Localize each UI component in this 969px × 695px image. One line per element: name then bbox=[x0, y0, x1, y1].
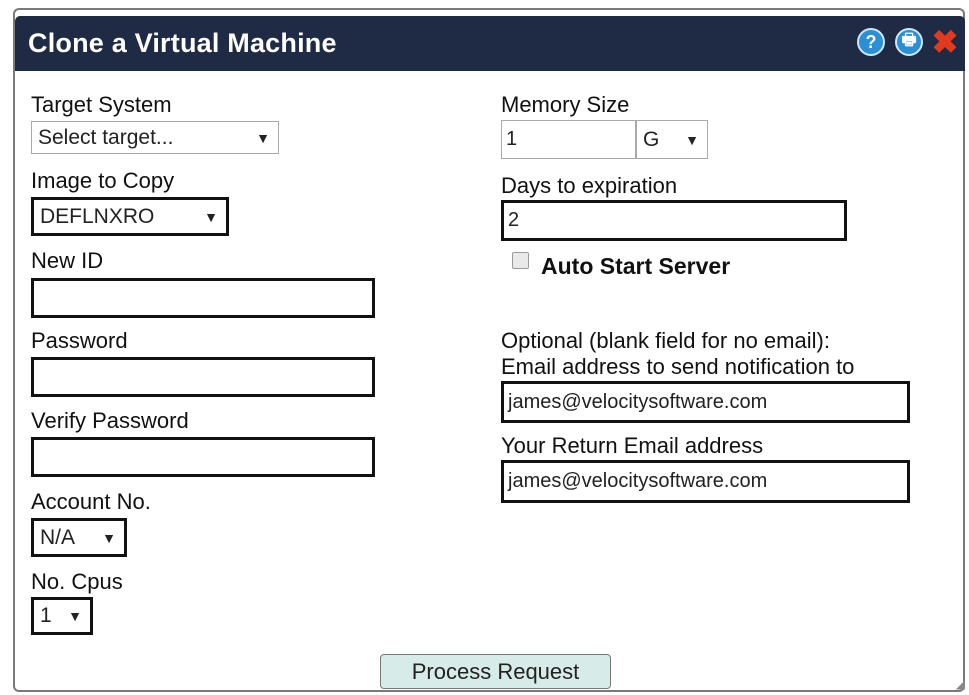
chevron-down-icon: ▼ bbox=[204, 208, 218, 225]
target-system-select[interactable]: Select target... ▼ bbox=[31, 121, 279, 154]
notify-email-input[interactable]: james@velocitysoftware.com bbox=[501, 381, 910, 423]
chevron-down-icon: ▼ bbox=[256, 129, 270, 146]
days-to-expiration-label: Days to expiration bbox=[501, 173, 678, 198]
chevron-down-icon: ▼ bbox=[102, 529, 116, 546]
auto-start-checkbox[interactable] bbox=[512, 252, 529, 269]
memory-unit-value: G bbox=[643, 127, 660, 151]
return-email-input[interactable]: james@velocitysoftware.com bbox=[501, 460, 910, 503]
no-cpus-value: 1 bbox=[40, 604, 52, 627]
memory-size-label: Memory Size bbox=[501, 92, 630, 117]
print-icon[interactable]: 🖶 bbox=[895, 28, 923, 56]
password-input[interactable] bbox=[31, 357, 375, 397]
new-id-input[interactable] bbox=[31, 278, 375, 318]
image-to-copy-label: Image to Copy bbox=[31, 168, 175, 193]
days-to-expiration-input[interactable]: 2 bbox=[501, 200, 847, 241]
image-to-copy-value: DEFLNXRO bbox=[40, 204, 155, 228]
dialog-titlebar: Clone a Virtual Machine ? 🖶 ✖ bbox=[15, 16, 965, 71]
memory-size-input[interactable]: 1 bbox=[501, 120, 636, 159]
help-icon[interactable]: ? bbox=[857, 28, 885, 56]
verify-password-input[interactable] bbox=[31, 437, 375, 477]
memory-unit-select[interactable]: G ▼ bbox=[636, 120, 708, 159]
account-no-label: Account No. bbox=[31, 489, 151, 514]
target-system-value: Select target... bbox=[38, 125, 174, 149]
chevron-down-icon: ▼ bbox=[68, 608, 82, 624]
chevron-down-icon: ▼ bbox=[685, 131, 699, 148]
password-label: Password bbox=[31, 328, 128, 353]
image-to-copy-select[interactable]: DEFLNXRO ▼ bbox=[31, 197, 229, 236]
close-icon[interactable]: ✖ bbox=[932, 24, 959, 60]
titlebar-icons: ? 🖶 ✖ bbox=[857, 24, 959, 60]
no-cpus-select[interactable]: 1 ▼ bbox=[31, 597, 93, 635]
target-system-label: Target System bbox=[31, 92, 172, 117]
return-email-label: Your Return Email address bbox=[501, 433, 764, 458]
process-request-button[interactable]: Process Request bbox=[380, 654, 611, 689]
auto-start-label: Auto Start Server bbox=[541, 253, 731, 279]
new-id-label: New ID bbox=[31, 248, 104, 273]
resize-grip-icon[interactable]: ◢ bbox=[956, 677, 965, 691]
no-cpus-label: No. Cpus bbox=[31, 569, 123, 594]
notify-email-label: Email address to send notification to bbox=[501, 354, 855, 379]
account-no-value: N/A bbox=[40, 525, 76, 549]
dialog-title: Clone a Virtual Machine bbox=[28, 28, 337, 58]
account-no-select[interactable]: N/A ▼ bbox=[31, 518, 127, 557]
verify-password-label: Verify Password bbox=[31, 408, 189, 433]
optional-note: Optional (blank field for no email): bbox=[501, 328, 830, 353]
